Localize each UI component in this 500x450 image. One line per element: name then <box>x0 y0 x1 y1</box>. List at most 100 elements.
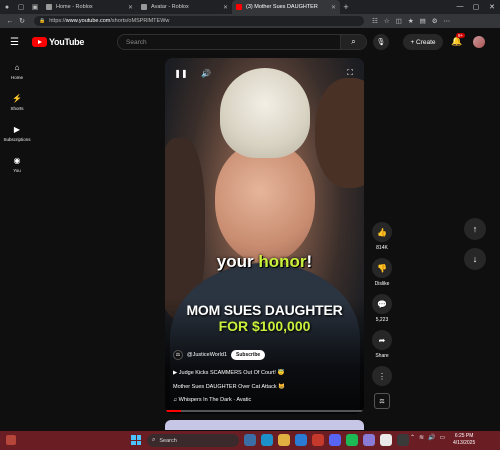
pause-button[interactable]: ❚❚ <box>174 66 188 80</box>
nav-item-subscriptions[interactable]: ▶ Subscriptions <box>0 118 34 148</box>
windows-taskbar: ⌕ Search ⌃ ≋ 🔊 ▭ 6:25 PM 4/13/2025 <box>0 431 500 450</box>
nav-item-you[interactable]: ◉ You <box>0 149 34 179</box>
tab-roblox-avatar[interactable]: Avatar - Roblox ✕ <box>137 0 232 14</box>
roblox-favicon-icon <box>141 4 147 10</box>
tab-actions-icon[interactable]: ▣ <box>28 0 42 14</box>
subscriptions-icon: ▶ <box>13 124 21 134</box>
left-nav: ⌂ Home ⚡ Shorts ▶ Subscriptions ◉ You <box>0 56 34 180</box>
music-row[interactable]: ♫ Whispers In The Dark · Avatic <box>173 397 251 403</box>
edge-browser-icon[interactable] <box>261 434 273 446</box>
store-icon[interactable] <box>295 434 307 446</box>
close-icon[interactable]: ✕ <box>128 4 133 11</box>
clock-date: 4/13/2025 <box>453 440 476 446</box>
create-button[interactable]: + Create <box>403 34 443 50</box>
related-video-link[interactable]: ▶ Judge Kicks SCAMMERS Out Of Court! 😇 <box>173 370 284 376</box>
app-icon[interactable] <box>312 434 324 446</box>
subscribe-button[interactable]: Subscribe <box>231 350 266 360</box>
video-frame-face <box>215 143 315 263</box>
like-count: 814K <box>376 245 388 251</box>
progress-fill <box>165 410 181 412</box>
collections-icon[interactable]: ▢ <box>14 0 28 14</box>
more-options-button[interactable]: ⋮ <box>369 366 395 386</box>
shorts-icon: ⚡ <box>12 93 22 103</box>
youtube-logo[interactable]: YouTube <box>32 37 84 47</box>
url-field[interactable]: 🔒 https://www.youtube.com/shorts/oMSPRlM… <box>34 16 364 26</box>
xbox-icon[interactable] <box>397 434 409 446</box>
channel-name[interactable]: @JusticeWorld1 <box>187 352 227 358</box>
tab-roblox-home[interactable]: Home - Roblox ✕ <box>42 0 137 14</box>
tray-chevron-icon[interactable]: ⌃ <box>410 434 415 441</box>
split-screen-icon[interactable]: ◫ <box>396 17 402 25</box>
nav-item-home[interactable]: ⌂ Home <box>0 56 34 86</box>
lock-icon: 🔒 <box>39 18 46 24</box>
taskbar-search-placeholder: Search <box>159 437 177 444</box>
browser-extensions-icon[interactable]: ⚙ <box>432 17 438 25</box>
like-button[interactable]: 👍 814K <box>369 222 395 251</box>
youtube-play-icon <box>32 37 47 47</box>
search-placeholder: Search <box>126 38 147 46</box>
minimize-icon[interactable]: — <box>452 3 468 11</box>
progress-bar[interactable] <box>165 410 364 412</box>
weather-widget-icon[interactable] <box>6 435 16 445</box>
more-menu-icon[interactable]: ⋯ <box>444 17 451 25</box>
favorite-star-icon[interactable]: ☆ <box>384 17 390 25</box>
channel-thumbnail-icon[interactable]: ⚖ <box>374 393 390 409</box>
nav-label: Shorts <box>10 105 24 111</box>
video-frame-person-right <box>315 78 364 188</box>
tab-label: (3) Mother Sues DAUGHTER <box>246 4 318 10</box>
taskbar-clock[interactable]: 6:25 PM 4/13/2025 <box>453 433 475 447</box>
tab-youtube-short[interactable]: (3) Mother Sues DAUGHTER ✕ <box>232 0 340 14</box>
wifi-icon[interactable]: ≋ <box>419 434 424 441</box>
profile-icon[interactable]: ● <box>0 0 14 14</box>
previous-short-button[interactable]: ↑ <box>464 218 486 240</box>
shorts-navigation: ↑ ↓ <box>464 218 486 278</box>
hamburger-menu-icon[interactable]: ☰ <box>10 37 30 48</box>
roblox-icon[interactable] <box>380 434 392 446</box>
comments-button[interactable]: 💬 5,223 <box>369 294 395 323</box>
file-explorer-icon[interactable] <box>278 434 290 446</box>
search-button[interactable]: ⌕ <box>340 35 366 49</box>
channel-logo-icon[interactable]: ⚖ <box>173 350 183 360</box>
nav-item-shorts[interactable]: ⚡ Shorts <box>0 87 34 117</box>
next-video-preview[interactable] <box>165 420 364 430</box>
favorites-icon[interactable]: ★ <box>408 17 414 25</box>
discord-icon[interactable] <box>329 434 341 446</box>
comment-count: 5,223 <box>375 317 389 323</box>
new-tab-button[interactable]: + <box>340 2 352 12</box>
avatar[interactable] <box>473 36 485 48</box>
notification-badge: 9+ <box>456 33 466 38</box>
collections-icon[interactable]: ▤ <box>420 17 426 25</box>
notifications-button[interactable]: 🔔 9+ <box>451 33 466 47</box>
start-button[interactable] <box>131 435 141 445</box>
pause-icon: ❚❚ <box>174 68 188 78</box>
spotify-icon[interactable] <box>346 434 358 446</box>
battery-icon[interactable]: ▭ <box>440 434 446 441</box>
share-button[interactable]: ➦ Share <box>369 330 395 359</box>
logo-text: YouTube <box>49 37 85 47</box>
close-icon[interactable]: ✕ <box>331 4 336 11</box>
chat-app-icon[interactable] <box>244 434 256 446</box>
refresh-icon[interactable]: ↻ <box>16 17 28 25</box>
window-controls: — ▢ ✕ <box>452 3 500 11</box>
voice-search-button[interactable]: 🎙 <box>373 34 389 50</box>
taskbar-search[interactable]: ⌕ Search <box>147 434 239 447</box>
address-bar-row: ← ↻ 🔒 https://www.youtube.com/shorts/oMS… <box>0 14 500 28</box>
back-icon[interactable]: ← <box>4 18 16 25</box>
video-title[interactable]: Mother Sues DAUGHTER Over Cat Attack 😸 <box>173 384 285 390</box>
close-icon[interactable]: ✕ <box>223 4 228 11</box>
close-window-icon[interactable]: ✕ <box>484 3 500 11</box>
youtube-header: ☰ YouTube Search ⌕ 🎙 + Create 🔔 9+ <box>0 28 500 56</box>
next-short-button[interactable]: ↓ <box>464 248 486 270</box>
maximize-icon[interactable]: ▢ <box>468 3 484 11</box>
photos-icon[interactable] <box>363 434 375 446</box>
fullscreen-button[interactable]: ⛶ <box>343 66 357 80</box>
read-aloud-icon[interactable]: ☷ <box>372 17 378 25</box>
clock-time: 6:25 PM <box>454 433 474 439</box>
arrow-down-icon: ↓ <box>472 254 478 264</box>
dislike-button[interactable]: 👎 Dislike <box>369 258 395 287</box>
music-label: Whispers In The Dark · Avatic <box>178 397 252 403</box>
shorts-video-player[interactable]: ❚❚ 🔊 ⛶ your honor! MOM SUES DAUGHTER FOR… <box>165 58 364 414</box>
search-input[interactable]: Search ⌕ <box>117 34 367 50</box>
volume-button[interactable]: 🔊 <box>199 66 213 80</box>
volume-icon[interactable]: 🔊 <box>428 434 435 441</box>
